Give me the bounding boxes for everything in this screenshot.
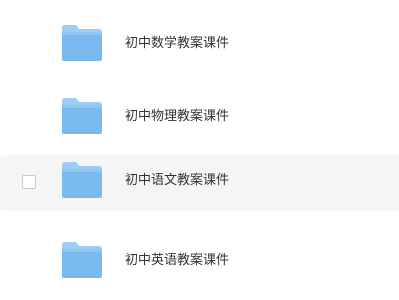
- row-checkbox[interactable]: [22, 175, 36, 189]
- folder-icon: [61, 24, 103, 62]
- folder-icon: [61, 161, 103, 199]
- list-item-folder[interactable]: 初中物理教案课件: [0, 91, 399, 147]
- list-item-folder[interactable]: 初中语文教案课件: [0, 155, 399, 211]
- folder-icon: [61, 97, 103, 135]
- folder-name[interactable]: 初中物理教案课件: [125, 108, 229, 126]
- file-list: 初中数学教案课件 初中物理教案课件 初中语文教案课件 初中英语教案课件: [0, 0, 399, 300]
- folder-icon: [61, 241, 103, 279]
- folder-name[interactable]: 初中数学教案课件: [125, 35, 229, 53]
- folder-name[interactable]: 初中英语教案课件: [125, 252, 229, 270]
- folder-name[interactable]: 初中语文教案课件: [125, 172, 229, 190]
- list-item-folder[interactable]: 初中英语教案课件: [0, 235, 399, 291]
- list-item-folder[interactable]: 初中数学教案课件: [0, 18, 399, 74]
